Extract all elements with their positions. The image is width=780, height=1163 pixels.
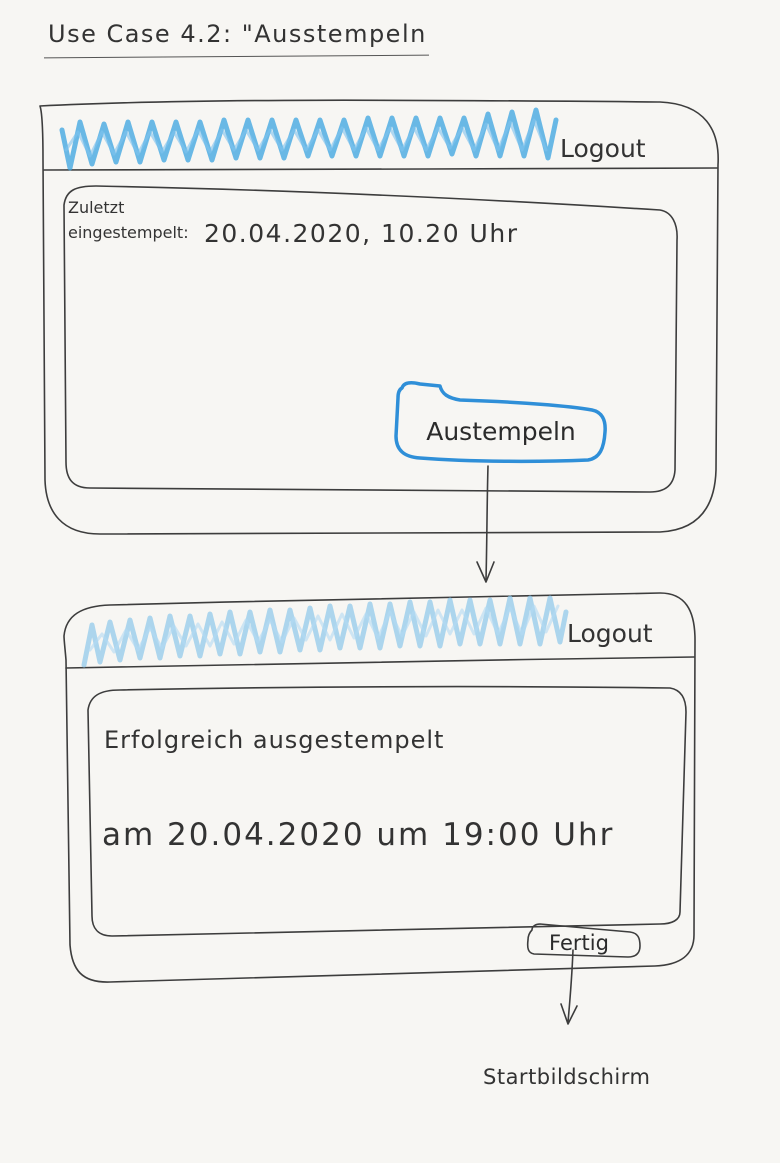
screen1-header-divider [43,167,718,171]
screen1-logout-link[interactable]: Logout [560,136,646,161]
sketch-layer [39,99,719,1025]
arrow-to-startscreen [567,949,574,1023]
last-stamp-label: Zuletzt eingestempelt: [68,196,189,246]
last-stamp-value: 20.04.2020, 10.20 Uhr [204,219,519,248]
arrow-to-screen2 [485,465,489,581]
screen1-frame [39,99,719,535]
screen2-header-scribble-shade [88,604,560,654]
screen2-logout-link[interactable]: Logout [567,621,653,646]
screen2-content-panel [87,685,687,937]
success-message: Erfolgreich ausgestempelt [104,726,445,754]
screen1-header-scribble [59,107,559,171]
last-stamp-label-line1: Zuletzt [68,198,125,217]
ausstempeln-button[interactable]: Austempeln [400,404,602,458]
last-stamp-label-line2: eingestempelt: [68,222,189,242]
next-screen-label: Startbildschirm [483,1065,651,1089]
fertig-button[interactable]: Fertig [520,927,638,959]
success-timestamp: am 20.04.2020 um 19:00 Uhr [102,817,615,853]
